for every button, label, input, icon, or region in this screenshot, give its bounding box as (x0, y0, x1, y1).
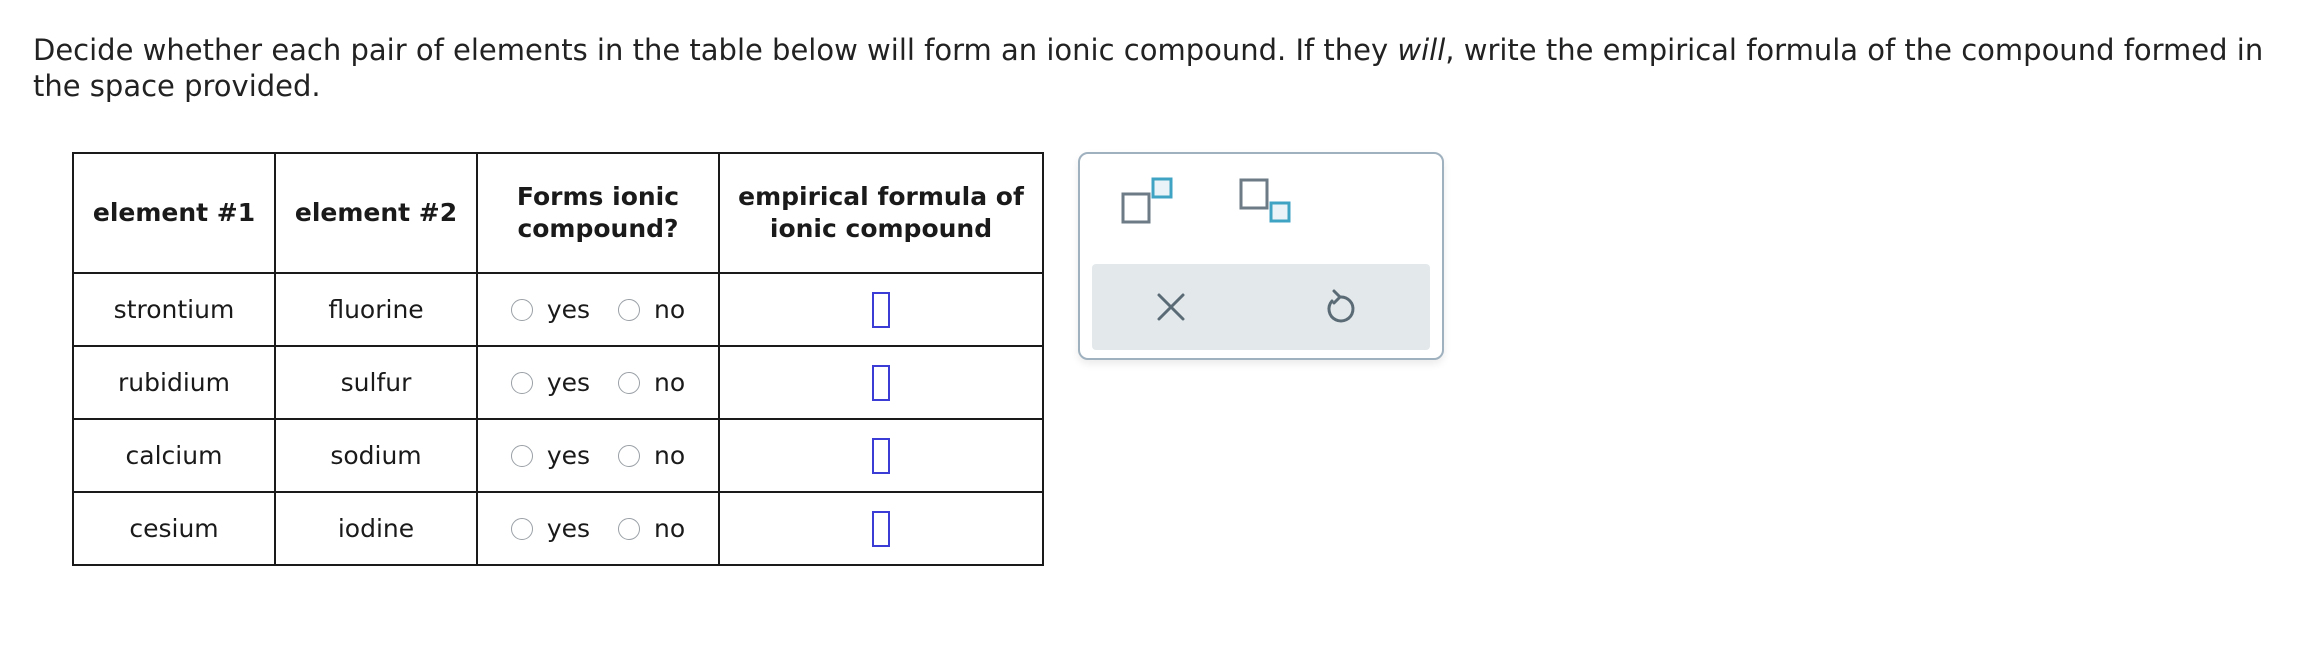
header-element-2: element #2 (274, 152, 478, 274)
superscript-button[interactable] (1120, 176, 1176, 226)
header-forms-ionic: Forms ionic compound? (476, 152, 720, 274)
no-radio[interactable]: no (618, 514, 685, 543)
formula-cell (718, 418, 1044, 493)
subscript-button[interactable] (1238, 176, 1294, 226)
table-header-row: element #1 element #2 Forms ionic compoun… (72, 152, 1044, 274)
yes-radio[interactable]: yes (510, 514, 590, 543)
radio-circle-icon[interactable] (510, 298, 533, 321)
formula-input[interactable] (872, 291, 890, 328)
undo-icon (1327, 289, 1355, 323)
elements-table: element #1 element #2 Forms ionic compoun… (72, 152, 1044, 566)
prompt-emphasis: will (1397, 33, 1446, 67)
formula-toolbox (1078, 152, 1444, 360)
forms-ionic-cell: yes no (476, 345, 720, 420)
toolbox-format-row (1080, 176, 1442, 226)
formula-cell (718, 491, 1044, 566)
header-empirical-formula: empirical formula of ionic compound (718, 152, 1044, 274)
formula-cell (718, 345, 1044, 420)
close-icon (1157, 293, 1185, 321)
forms-ionic-cell: yes no (476, 418, 720, 493)
no-radio[interactable]: no (618, 295, 685, 324)
radio-circle-icon[interactable] (510, 517, 533, 540)
element-2-cell: sulfur (274, 345, 478, 420)
element-1-cell: cesium (72, 491, 276, 566)
radio-circle-icon[interactable] (510, 371, 533, 394)
undo-button[interactable] (1322, 288, 1358, 326)
formula-input[interactable] (872, 437, 890, 474)
superscript-icon (1121, 177, 1173, 224)
no-radio[interactable]: no (618, 441, 685, 470)
yes-radio[interactable]: yes (510, 295, 590, 324)
toolbox-action-bar (1092, 264, 1430, 350)
radio-circle-icon[interactable] (510, 444, 533, 467)
table-row: cesium iodine yes no (72, 491, 1044, 566)
question-prompt: Decide whether each pair of elements in … (33, 32, 2283, 104)
formula-input[interactable] (872, 364, 890, 401)
no-radio[interactable]: no (618, 368, 685, 397)
element-2-cell: iodine (274, 491, 478, 566)
forms-ionic-cell: yes no (476, 272, 720, 347)
table-row: rubidium sulfur yes no (72, 345, 1044, 420)
prompt-text-1: Decide whether each pair of elements in … (33, 33, 1398, 67)
table-row: strontium fluorine yes no (72, 272, 1044, 347)
element-2-cell: sodium (274, 418, 478, 493)
element-1-cell: calcium (72, 418, 276, 493)
subscript-icon (1239, 178, 1291, 223)
radio-circle-icon[interactable] (618, 444, 641, 467)
element-1-cell: strontium (72, 272, 276, 347)
formula-cell (718, 272, 1044, 347)
radio-circle-icon[interactable] (618, 298, 641, 321)
yes-radio[interactable]: yes (510, 441, 590, 470)
header-element-1: element #1 (72, 152, 276, 274)
element-2-cell: fluorine (274, 272, 478, 347)
table-row: calcium sodium yes no (72, 418, 1044, 493)
radio-circle-icon[interactable] (618, 371, 641, 394)
radio-circle-icon[interactable] (618, 517, 641, 540)
forms-ionic-cell: yes no (476, 491, 720, 566)
clear-button[interactable] (1154, 290, 1188, 324)
yes-radio[interactable]: yes (510, 368, 590, 397)
element-1-cell: rubidium (72, 345, 276, 420)
formula-input[interactable] (872, 510, 890, 547)
